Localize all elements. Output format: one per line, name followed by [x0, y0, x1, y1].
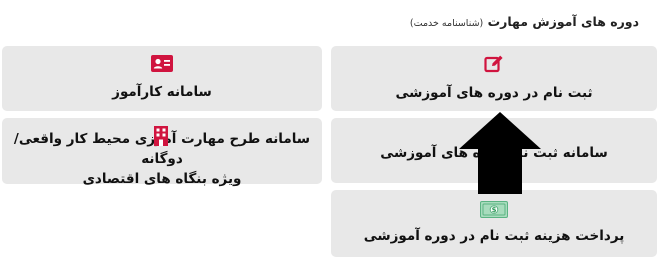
payment-card[interactable]: $ پرداخت هزینه ثبت نام در دوره آموزشی: [331, 190, 657, 257]
page-subtitle: (شناسنامه خدمت): [409, 18, 484, 29]
register-course-card[interactable]: ثبت نام در دوره های آموزشی: [331, 46, 657, 111]
workplace-plan-label-line2: دوگانه: [141, 151, 183, 167]
page-header: دوره های آموزش مهارت (شناسنامه خدمت): [410, 14, 639, 29]
register-course-label: ثبت نام در دوره های آموزشی: [395, 85, 593, 101]
building-icon: [154, 126, 168, 150]
banknote-icon: $: [480, 201, 508, 222]
svg-text:$: $: [492, 206, 497, 214]
workplace-plan-card[interactable]: سامانه طرح مهارت آموزی محیط کار واقعی/ د…: [2, 118, 322, 187]
edit-icon: [484, 54, 504, 78]
karamooz-label: سامانه کارآموز: [112, 84, 212, 100]
id-card-icon: [151, 55, 173, 76]
karamooz-card[interactable]: سامانه کارآموز: [2, 46, 322, 111]
payment-label: پرداخت هزینه ثبت نام در دوره آموزشی: [363, 228, 625, 244]
up-arrow-icon: [459, 112, 541, 194]
page-title: دوره های آموزش مهارت: [487, 14, 639, 29]
workplace-plan-label-line3: ویژه بنگاه های اقتصادی: [82, 171, 242, 187]
